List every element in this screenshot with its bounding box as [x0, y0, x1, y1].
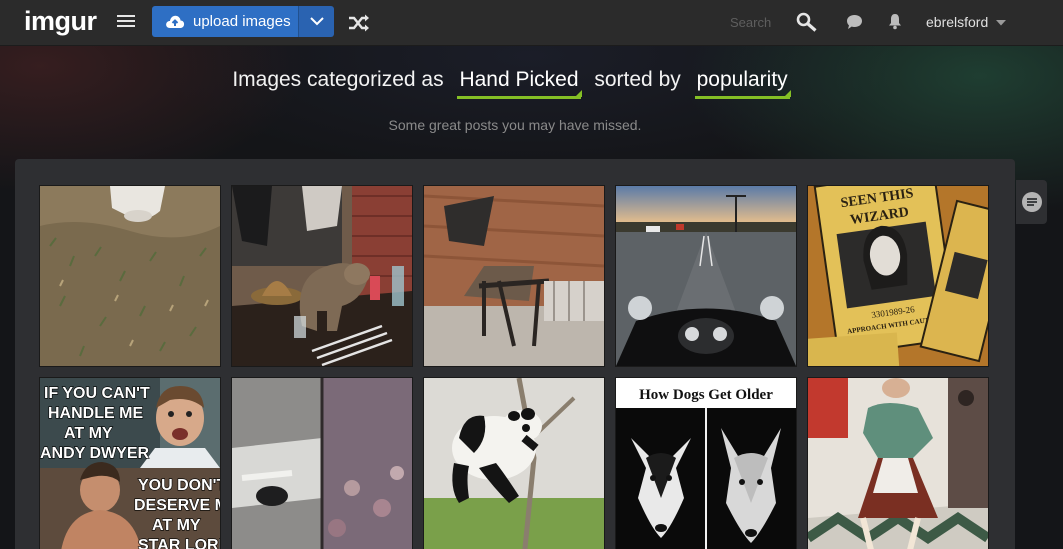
search-input[interactable] — [730, 12, 790, 32]
thumb-image — [808, 378, 988, 549]
gallery-heading: Images categorized as Hand Picked sorted… — [0, 68, 1030, 99]
heading-prefix: Images categorized as — [232, 68, 444, 91]
comments-icon — [1022, 192, 1042, 212]
gallery-thumb-sports-blur[interactable] — [231, 377, 413, 549]
caret-down-icon[interactable] — [996, 20, 1006, 26]
thumb-image: IF YOU CAN'T HANDLE ME AT MY ANDY DWYER … — [40, 378, 220, 549]
meme-text-top-2: HANDLE ME — [48, 405, 143, 422]
bell-icon[interactable] — [888, 13, 902, 30]
upload-images-label: upload images — [193, 13, 291, 30]
search-icon[interactable] — [796, 12, 818, 32]
thumb-image: SEEN THIS WIZARD 3301989-26 APPROACH WIT… — [808, 186, 988, 366]
gallery-thumb-wizard-posters[interactable]: SEEN THIS WIZARD 3301989-26 APPROACH WIT… — [807, 185, 989, 367]
dogs-title-text: How Dogs Get Older — [639, 387, 773, 403]
meme-text-bottom-3: AT MY — [152, 517, 201, 534]
thumb-image — [232, 186, 412, 366]
meme-text-bottom-1: YOU DON'T — [138, 477, 220, 494]
thumb-image — [616, 186, 796, 366]
comments-toggle-button[interactable] — [1016, 180, 1047, 224]
meme-text-top-1: IF YOU CAN'T — [44, 385, 150, 402]
gallery-subtitle: Some great posts you may have missed. — [388, 117, 642, 133]
meme-text-top-3: AT MY — [64, 425, 113, 442]
category-dropdown[interactable]: Hand Picked — [457, 68, 582, 99]
heading-middle: sorted by — [594, 68, 681, 91]
gallery-thumb-dancing-woman[interactable] — [807, 377, 989, 549]
chat-icon[interactable] — [846, 14, 863, 30]
menu-icon[interactable] — [117, 15, 137, 31]
shuffle-icon[interactable] — [348, 13, 370, 33]
top-navigation-bar: imgur upload images ebrelsford — [0, 0, 1063, 46]
gallery-thumb-dog-on-grass[interactable] — [39, 185, 221, 367]
gallery-thumb-andy-dwyer-meme[interactable]: IF YOU CAN'T HANDLE ME AT MY ANDY DWYER … — [39, 377, 221, 549]
sort-dropdown[interactable]: popularity — [694, 68, 791, 99]
meme-text-bottom-4: STAR LORD — [138, 537, 220, 549]
user-menu-name[interactable]: ebrelsford — [926, 14, 988, 30]
upload-options-dropdown[interactable] — [298, 6, 334, 37]
gallery-thumb-motorcycle-road[interactable] — [615, 185, 797, 367]
imgur-logo[interactable]: imgur — [24, 6, 97, 37]
thumb-image — [424, 378, 604, 549]
gallery-thumb-cat-on-table[interactable] — [231, 185, 413, 367]
image-gallery: SEEN THIS WIZARD 3301989-26 APPROACH WIT… — [15, 159, 1015, 549]
thumb-image — [232, 378, 412, 549]
thumb-image: How Dogs Get Older — [616, 378, 796, 549]
thumb-image — [424, 186, 604, 366]
meme-text-top-4: ANDY DWYER — [40, 445, 149, 462]
upload-images-button[interactable]: upload images — [152, 6, 298, 37]
chevron-down-icon — [310, 17, 324, 26]
meme-text-bottom-2: DESERVE ME — [134, 497, 220, 514]
cloud-upload-icon — [166, 15, 185, 28]
gallery-thumb-how-dogs-get-older[interactable]: How Dogs Get Older — [615, 377, 797, 549]
gallery-thumb-chair-room[interactable] — [423, 185, 605, 367]
gallery-thumb-panda-tree[interactable] — [423, 377, 605, 549]
thumb-image — [40, 186, 220, 366]
